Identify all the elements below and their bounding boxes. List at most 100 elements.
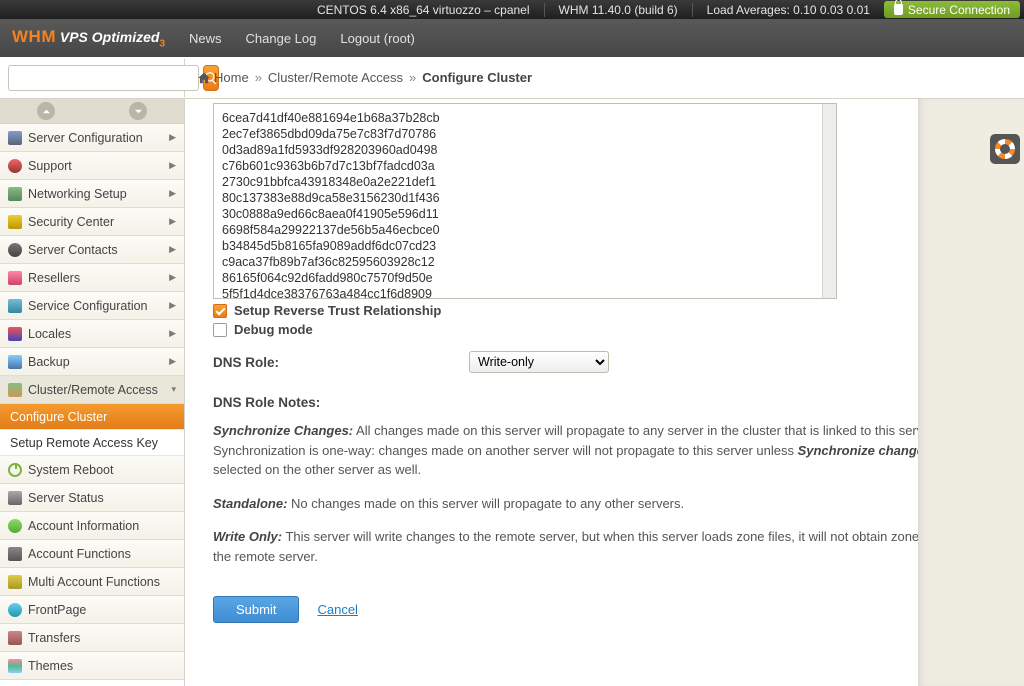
whm-logo: WHM VPS Optimized3 <box>12 27 165 49</box>
secure-connection-badge[interactable]: Secure Connection <box>884 1 1020 18</box>
status-os: CENTOS 6.4 x86_64 virtuozzo – cpanel <box>317 3 530 17</box>
help-float-button[interactable] <box>990 134 1020 164</box>
lifering-icon <box>995 139 1015 159</box>
collapse-up-button[interactable] <box>37 102 55 120</box>
header: WHM VPS Optimized3 News Change Log Logou… <box>0 19 1024 57</box>
sidebar-item-label: Service Configuration <box>28 299 148 313</box>
lock-icon <box>894 4 903 15</box>
chevron-right-icon: ▶ <box>169 160 176 171</box>
cancel-link[interactable]: Cancel <box>317 602 357 617</box>
search-input[interactable] <box>8 65 199 91</box>
sidebar-item-label: Locales <box>28 327 71 341</box>
chevron-right-icon: ▶ <box>169 188 176 199</box>
label-reverse-trust: Setup Reverse Trust Relationship <box>234 303 441 318</box>
sidebar-collapse-row <box>0 99 184 124</box>
chevron-up-icon <box>42 107 51 116</box>
sync-em: Synchronize changes <box>798 443 932 458</box>
remote-key-textarea[interactable]: 6cea7d41df40e881694e1b68a37b28cb 2ec7ef3… <box>213 103 837 299</box>
sidebar-item-security[interactable]: Security Center ▶ <box>0 208 184 236</box>
sidebar-item-label: Backup <box>28 355 70 369</box>
collapse-down-button[interactable] <box>129 102 147 120</box>
network-icon <box>8 187 22 201</box>
chevron-right-icon: ▶ <box>169 216 176 227</box>
sidebar-item-backup[interactable]: Backup▶ <box>0 348 184 376</box>
palette-icon <box>8 659 22 673</box>
sidebar-item-resellers[interactable]: Resellers ▶ <box>0 264 184 292</box>
sidebar-item-networking[interactable]: Networking Setup ▶ <box>0 180 184 208</box>
sidebar-item-cluster[interactable]: Cluster/Remote Access▾ <box>0 376 184 404</box>
chevron-right-icon: ▶ <box>169 300 176 311</box>
sidebar-item-label: Account Functions <box>28 547 131 561</box>
sidebar-item-reboot[interactable]: System Reboot <box>0 456 184 484</box>
user-icon <box>8 243 22 257</box>
sidebar-item-label: Resellers <box>28 271 80 285</box>
sidebar-item-server-status[interactable]: Server Status <box>0 484 184 512</box>
standalone-heading: Standalone: <box>213 496 287 511</box>
divider <box>544 3 545 17</box>
writeonly-heading: Write Only: <box>213 529 282 544</box>
status-bar: CENTOS 6.4 x86_64 virtuozzo – cpanel WHM… <box>0 0 1024 19</box>
sidebar-item-themes[interactable]: Themes <box>0 652 184 680</box>
toolbar-row: Home » Cluster/Remote Access » Configure… <box>0 57 1024 99</box>
remote-key-text: 6cea7d41df40e881694e1b68a37b28cb 2ec7ef3… <box>222 111 440 299</box>
breadcrumb-sep: » <box>255 70 262 85</box>
chevron-down-icon <box>134 107 143 116</box>
sidebar-item-label: Networking Setup <box>28 187 127 201</box>
home-icon <box>197 71 211 85</box>
sidebar-item-label: Support <box>28 159 72 173</box>
nav-news[interactable]: News <box>189 31 222 46</box>
chevron-right-icon: ▶ <box>169 244 176 255</box>
sidebar-item-account-info[interactable]: Account Information <box>0 512 184 540</box>
sidebar-item-support[interactable]: Support ▶ <box>0 152 184 180</box>
checkbox-reverse-trust[interactable] <box>213 304 227 318</box>
search-wrap <box>0 59 185 97</box>
sidebar-item-label: Security Center <box>28 215 114 229</box>
sidebar-item-transfers[interactable]: Transfers <box>0 624 184 652</box>
breadcrumb: Home » Cluster/Remote Access » Configure… <box>185 70 532 86</box>
power-icon <box>8 463 22 477</box>
chevron-right-icon: ▶ <box>169 272 176 283</box>
sidebar-sub-setup-remote-key[interactable]: Setup Remote Access Key <box>0 430 184 456</box>
label-dns-role: DNS Role: <box>213 355 469 370</box>
select-dns-role[interactable]: Write-only <box>469 351 609 373</box>
breadcrumb-cluster[interactable]: Cluster/Remote Access <box>268 70 403 85</box>
sidebar-sub-configure-cluster[interactable]: Configure Cluster <box>0 404 184 430</box>
sidebar-item-service-config[interactable]: Service Configuration ▶ <box>0 292 184 320</box>
chevron-right-icon: ▶ <box>169 328 176 339</box>
dns-role-notes: DNS Role Notes: Synchronize Changes: All… <box>213 393 996 566</box>
sidebar-item-locales[interactable]: Locales ▶ <box>0 320 184 348</box>
globe-icon <box>8 603 22 617</box>
nav-changelog[interactable]: Change Log <box>246 31 317 46</box>
divider <box>692 3 693 17</box>
nav-logout[interactable]: Logout (root) <box>340 31 414 46</box>
chevron-down-icon: ▾ <box>171 384 176 395</box>
sidebar-item-label: System Reboot <box>28 463 113 477</box>
sidebar-item-frontpage[interactable]: FrontPage <box>0 596 184 624</box>
sidebar-item-label: Transfers <box>28 631 80 645</box>
sidebar-item-server-configuration[interactable]: Server Configuration▶ <box>0 124 184 152</box>
shield-icon <box>8 215 22 229</box>
scrollbar[interactable] <box>822 104 836 298</box>
flag-icon <box>8 327 22 341</box>
sidebar-item-label: FrontPage <box>28 603 86 617</box>
sidebar-item-label: Themes <box>28 659 73 673</box>
wrench-icon <box>8 299 22 313</box>
standalone-text: No changes made on this server will prop… <box>287 496 684 511</box>
breadcrumb-home[interactable]: Home <box>197 70 249 86</box>
sidebar-item-multi-account[interactable]: Multi Account Functions <box>0 568 184 596</box>
sidebar-item-label: Account Information <box>28 519 139 533</box>
lifering-icon <box>8 159 22 173</box>
checkbox-debug[interactable] <box>213 323 227 337</box>
sync-heading: Synchronize Changes: <box>213 423 353 438</box>
transfer-icon <box>8 631 22 645</box>
sidebar-item-label: Multi Account Functions <box>28 575 160 589</box>
sidebar-item-label: Server Configuration <box>28 131 143 145</box>
content-area: 6cea7d41df40e881694e1b68a37b28cb 2ec7ef3… <box>185 99 1024 686</box>
sidebar: Server Configuration▶ Support▶ Networkin… <box>0 99 185 686</box>
sidebar-item-label: Server Contacts <box>28 243 118 257</box>
sidebar-item-account-functions[interactable]: Account Functions <box>0 540 184 568</box>
submit-button[interactable]: Submit <box>213 596 299 623</box>
sidebar-item-contacts[interactable]: Server Contacts ▶ <box>0 236 184 264</box>
cluster-icon <box>8 383 22 397</box>
breadcrumb-sep: » <box>409 70 416 85</box>
